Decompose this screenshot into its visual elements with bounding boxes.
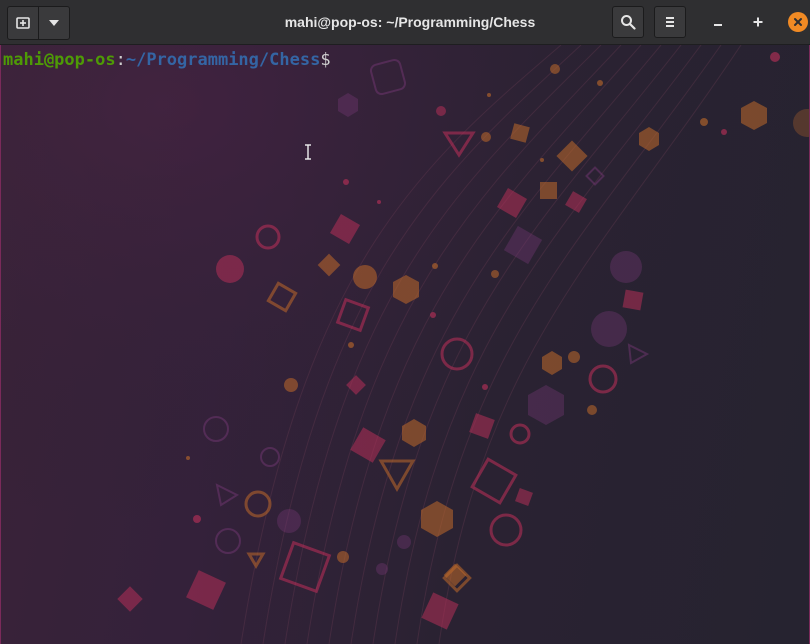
maximize-button[interactable]: [748, 12, 768, 32]
prompt-dollar: $: [320, 50, 331, 70]
prompt-user-host: mahi@pop-os: [3, 50, 116, 70]
terminal-area[interactable]: mahi@pop-os:~/Programming/Chess$: [0, 45, 810, 644]
new-tab-button-group: [7, 6, 70, 40]
main-menu-button[interactable]: [654, 6, 686, 38]
wallpaper-background: [1, 45, 809, 644]
new-tab-button[interactable]: [8, 7, 38, 39]
header-bar: mahi@pop-os: ~/Programming/Chess: [0, 0, 810, 45]
close-icon: [794, 18, 802, 26]
hamburger-menu-icon: [666, 17, 674, 27]
chevron-down-icon: [49, 20, 59, 26]
search-button[interactable]: [612, 6, 644, 38]
terminal-window: mahi@pop-os: ~/Programming/Chess mahi@po…: [0, 0, 810, 644]
maximize-icon: [753, 17, 763, 27]
prompt-separator: :: [115, 50, 126, 70]
minimize-icon: [714, 24, 722, 26]
ibeam-cursor-icon: [305, 144, 311, 160]
new-tab-menu-button[interactable]: [38, 7, 69, 39]
shell-prompt: mahi@pop-os:~/Programming/Chess$: [3, 49, 331, 71]
minimize-button[interactable]: [708, 12, 728, 32]
new-tab-icon: [16, 17, 30, 29]
window-title: mahi@pop-os: ~/Programming/Chess: [284, 14, 536, 30]
search-icon: [621, 15, 636, 30]
prompt-path: ~/Programming/Chess: [125, 50, 321, 70]
close-button[interactable]: [788, 12, 808, 32]
